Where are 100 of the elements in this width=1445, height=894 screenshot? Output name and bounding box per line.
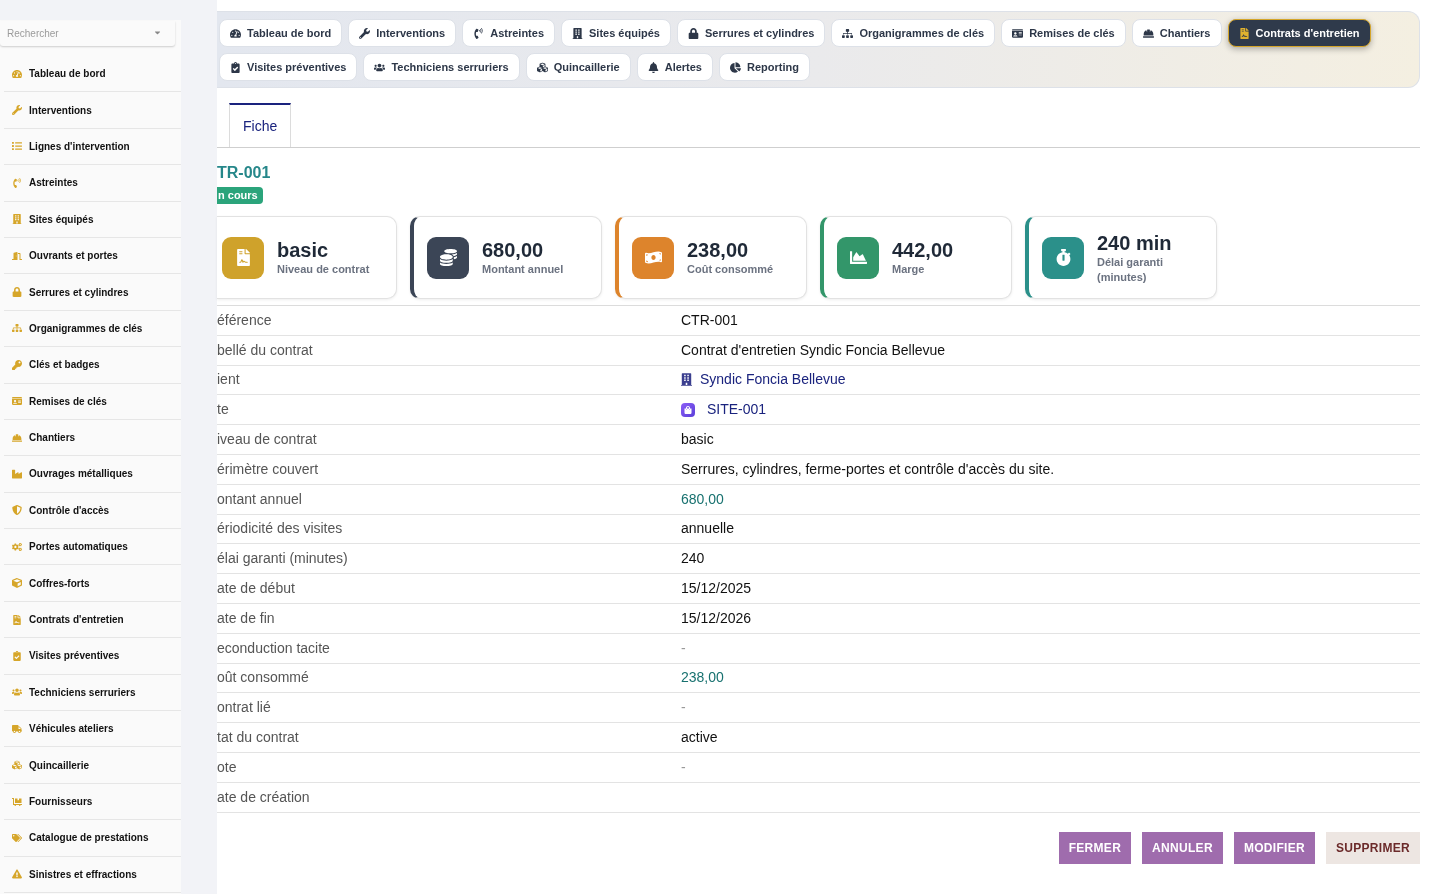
sidebar-item[interactable]: Contrôle d'accès (4, 492, 181, 530)
sidebar-item[interactable]: Catalogue de prestations (4, 820, 181, 857)
sidebar-item[interactable]: Fournisseurs (4, 783, 181, 821)
id-card-icon (1012, 27, 1024, 39)
nav-tab[interactable]: Techniciens serruriers (363, 53, 520, 81)
bell-icon (647, 61, 659, 73)
stat-value: 240 min (1097, 230, 1173, 255)
cube-icon (12, 578, 22, 589)
building-icon (572, 27, 583, 39)
status-badge: n cours (217, 187, 263, 204)
field-value: - (681, 638, 686, 658)
sidebar-item[interactable]: Clés et badges (4, 347, 181, 384)
action-button[interactable]: SUPPRIMER (1325, 831, 1420, 864)
field-label: ontant annuel (217, 489, 303, 509)
sidebar-item[interactable]: Techniciens serruriers (4, 674, 181, 712)
sidebar-item[interactable]: Ouvrages métalliques (4, 456, 181, 493)
truck-icon (12, 723, 22, 734)
phone-icon (12, 177, 22, 188)
field-value: - (681, 698, 686, 718)
stat-value: basic (277, 238, 330, 262)
action-button[interactable]: MODIFIER (1233, 831, 1315, 864)
clipboard-check-icon (230, 61, 241, 73)
boxes-icon (12, 760, 22, 771)
sidebar-item[interactable]: Coffres-forts (4, 565, 181, 602)
sidebar-item[interactable]: Organigrammes de clés (4, 310, 181, 348)
action-button[interactable]: ANNULER (1142, 831, 1223, 864)
nav-tab[interactable]: Reporting (719, 53, 810, 81)
sidebar-item[interactable]: Astreintes (4, 165, 181, 202)
nav-tab[interactable]: Remises de clés (1001, 19, 1126, 47)
nav-tab[interactable]: Sites équipés (561, 19, 671, 47)
nav-tab[interactable]: Astreintes (462, 19, 555, 47)
sidebar-item[interactable]: Interventions (4, 92, 181, 129)
sidebar-item[interactable]: Sinistres et effractions (4, 856, 181, 893)
users-icon (374, 61, 386, 73)
lock-icon (12, 287, 22, 298)
field-label: ient (217, 370, 241, 390)
sidebar-item[interactable]: Véhicules ateliers (4, 711, 181, 748)
bag-icon (681, 402, 695, 417)
content-tab[interactable]: Fiche (229, 103, 292, 147)
field-label: élai garanti (minutes) (217, 549, 349, 569)
sidebar-item[interactable]: Portes automatiques (4, 529, 181, 566)
field-value: 680,00 (681, 489, 724, 509)
site-link[interactable]: SITE-001 (681, 399, 767, 421)
sidebar-item[interactable]: Quincaillerie (4, 747, 181, 784)
field-label: ériodicité des visites (217, 519, 344, 539)
gears-icon (12, 541, 22, 552)
field-label: ote (217, 757, 238, 777)
field-label: ate de fin (217, 608, 276, 628)
wrench-icon (359, 27, 371, 39)
stat-label: Marge (892, 262, 926, 277)
nav-tab[interactable]: Organigrammes de clés (831, 19, 996, 47)
nav-tab[interactable]: Contrats d'entretien (1227, 19, 1371, 47)
phone-icon (473, 27, 485, 39)
sidebar-item[interactable]: Ouvrants et portes (4, 237, 181, 275)
sidebar-item[interactable]: Visites préventives (4, 638, 181, 675)
record-title: TR-001 (217, 163, 271, 183)
nav-tab[interactable]: Alertes (636, 53, 713, 81)
field-label: ontrat lié (217, 698, 272, 718)
sidebar-item[interactable]: Serrures et cylindres (4, 274, 181, 311)
stat-label: Niveau de contrat (277, 262, 370, 277)
sidebar-item[interactable]: Tableau de bord (4, 56, 181, 93)
nav-tab[interactable]: Tableau de bord (219, 19, 343, 47)
stat-label: Montant annuel (482, 262, 564, 277)
field-label: iveau de contrat (217, 430, 318, 450)
field-label: érimètre couvert (217, 459, 320, 479)
field-value: 240 (681, 549, 705, 569)
dolly-icon (12, 796, 22, 807)
field-value: - (681, 757, 686, 777)
boxes-icon (536, 61, 548, 73)
field-label: bellé du contrat (217, 340, 314, 360)
field-value: 15/12/2025 (681, 579, 752, 599)
caret-down-icon (153, 28, 162, 37)
stat-label: Coût consommé (687, 262, 774, 277)
sidebar-item[interactable]: Sites équipés (4, 201, 181, 238)
stat-value: 238,00 (687, 238, 750, 262)
field-label: ate de début (217, 579, 296, 599)
search-field[interactable]: Rechercher (0, 21, 175, 46)
factory-icon (12, 469, 22, 479)
client-link[interactable]: Syndic Foncia Bellevue (681, 369, 846, 391)
nav-tab[interactable]: Quincaillerie (525, 53, 631, 81)
field-label: econduction tacite (217, 638, 331, 658)
nav-tab[interactable]: Serrures et cylindres (676, 19, 826, 47)
door-icon (12, 250, 22, 261)
wrench-icon (12, 105, 22, 116)
pie-chart-icon (730, 61, 741, 73)
gauge-icon (230, 27, 241, 39)
sidebar-item[interactable]: Lignes d'intervention (4, 128, 181, 166)
stat-value: 442,00 (892, 238, 954, 262)
building-icon (12, 214, 22, 225)
field-value: active (681, 728, 718, 748)
nav-tab[interactable]: Chantiers (1131, 19, 1222, 47)
stat-value: 680,00 (482, 238, 545, 262)
sidebar-item[interactable]: Contrats d'entretien (4, 601, 181, 639)
action-button[interactable]: FERMER (1058, 831, 1132, 864)
nav-tab[interactable]: Interventions (348, 19, 457, 47)
nav-tab[interactable]: Visites préventives (219, 53, 358, 81)
sidebar-item[interactable]: Chantiers (4, 419, 181, 457)
document-icon (12, 614, 22, 625)
building-icon (681, 373, 692, 387)
sidebar-item[interactable]: Remises de clés (4, 383, 181, 420)
